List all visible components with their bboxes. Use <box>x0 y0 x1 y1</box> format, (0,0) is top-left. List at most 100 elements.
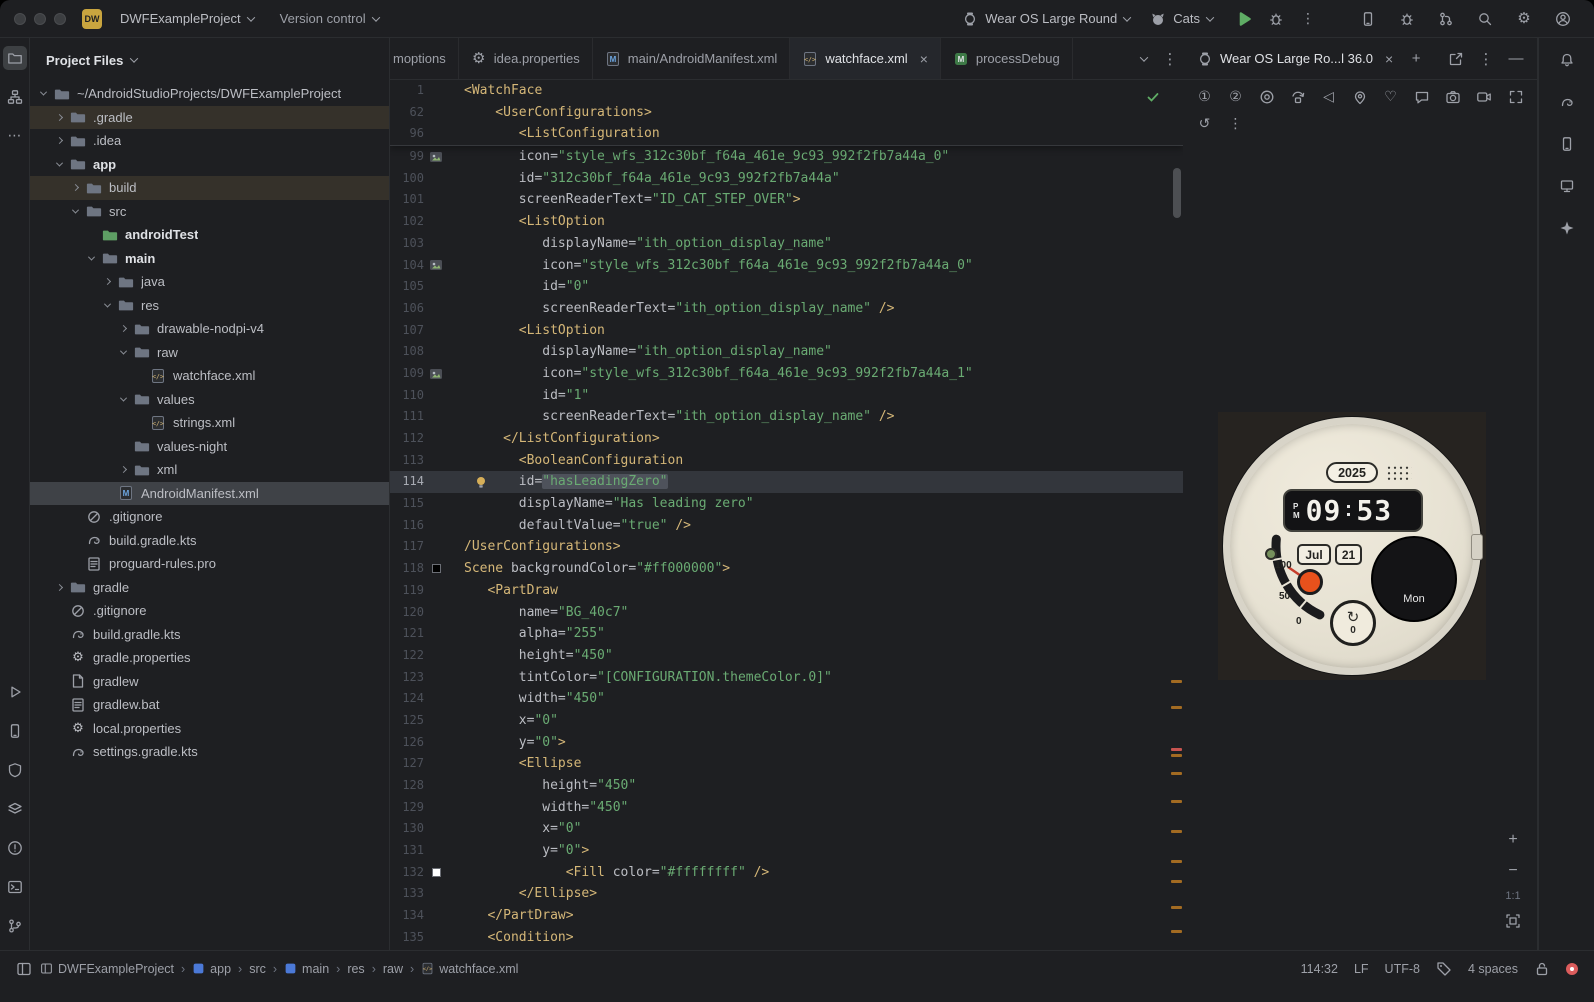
tool-resource-manager-icon[interactable] <box>3 85 27 109</box>
breadcrumb-main[interactable]: main <box>284 962 329 976</box>
breadcrumb-dwfexampleproject[interactable]: DWFExampleProject <box>40 962 174 976</box>
code-line-118[interactable]: 118 Scene backgroundColor="#ff000000"> <box>390 558 1183 580</box>
project-widget[interactable]: DWFExampleProject <box>112 7 262 30</box>
line-number[interactable]: 130 <box>390 818 424 840</box>
tool-version-control-icon[interactable] <box>3 914 27 938</box>
code-line-106[interactable]: 106 screenReaderText="ith_option_display_… <box>390 298 1183 320</box>
line-number[interactable]: 110 <box>390 385 424 407</box>
line-number[interactable]: 100 <box>390 168 424 190</box>
code-line-115[interactable]: 115 displayName="Has leading zero" <box>390 493 1183 515</box>
line-number[interactable]: 134 <box>390 905 424 927</box>
line-number[interactable]: 96 <box>390 123 424 145</box>
line-number[interactable]: 136 <box>390 949 424 951</box>
tree-item-proguard-rules-pro[interactable]: proguard-rules.pro <box>30 552 389 576</box>
line-number[interactable]: 132 <box>390 862 424 884</box>
hidden-tabs-chevron[interactable] <box>1131 38 1157 79</box>
line-number[interactable]: 117 <box>390 536 424 558</box>
code-line-112[interactable]: 112 </ListConfiguration> <box>390 428 1183 450</box>
wear-button-1-icon[interactable]: ① <box>1193 85 1216 108</box>
tool-run-icon[interactable] <box>3 680 27 704</box>
profile-icon[interactable] <box>1552 8 1574 30</box>
wear-button-2-icon[interactable]: ② <box>1224 85 1247 108</box>
quickfix-bulb-icon[interactable] <box>474 475 488 489</box>
tree-item-idea[interactable]: .idea <box>30 129 389 153</box>
code-line-110[interactable]: 110 id="1" <box>390 385 1183 407</box>
line-number[interactable]: 99 <box>390 146 424 168</box>
code-line-119[interactable]: 119 <PartDraw <box>390 580 1183 602</box>
tool-app-quality-insights-icon[interactable] <box>3 758 27 782</box>
line-number[interactable]: 116 <box>390 515 424 537</box>
breadcrumb-src[interactable]: src <box>249 962 266 976</box>
line-number[interactable]: 106 <box>390 298 424 320</box>
tool-gradle-icon[interactable] <box>1555 90 1579 114</box>
tree-chevron-icon[interactable] <box>100 298 115 313</box>
line-number[interactable]: 133 <box>390 883 424 905</box>
line-number[interactable]: 126 <box>390 732 424 754</box>
line-number[interactable]: 122 <box>390 645 424 667</box>
line-number[interactable]: 104 <box>390 255 424 277</box>
tree-item-src[interactable]: src <box>30 200 389 224</box>
tool-running-devices-icon[interactable] <box>1555 174 1579 198</box>
code-line-99[interactable]: 99 icon="style_wfs_312c30bf_f64a_461e_9c9… <box>390 146 1183 168</box>
tree-item-local-properties[interactable]: ⚙ local.properties <box>30 717 389 741</box>
tree-item-androidmanifest-xml[interactable]: M AndroidManifest.xml <box>30 481 389 505</box>
code-line-127[interactable]: 127 <Ellipse <box>390 753 1183 775</box>
code-line-132[interactable]: 132 <Fill color="#ffffffff" /> <box>390 862 1183 884</box>
add-device-tab-button[interactable]: + <box>1403 50 1429 67</box>
stripe-mark[interactable] <box>1171 748 1182 751</box>
tree-item-settings-gradle-kts[interactable]: settings.gradle.kts <box>30 740 389 764</box>
tree-item-gradle-properties[interactable]: ⚙ gradle.properties <box>30 646 389 670</box>
code-line-134[interactable]: 134 </PartDraw> <box>390 905 1183 927</box>
code-line-130[interactable]: 130 x="0" <box>390 818 1183 840</box>
editor-tabs-more-icon[interactable]: ⋮ <box>1157 38 1183 79</box>
code-line-105[interactable]: 105 id="0" <box>390 276 1183 298</box>
notification-indicator[interactable] <box>1566 962 1578 975</box>
breadcrumb-app[interactable]: app <box>192 962 231 976</box>
editor-scrollbar[interactable] <box>1169 80 1183 950</box>
tree-item-gradle[interactable]: gradle <box>30 576 389 600</box>
tool-device-explorer-icon[interactable] <box>1555 132 1579 156</box>
zoom-in-button[interactable]: + <box>1501 828 1525 852</box>
code-review-icon[interactable] <box>1435 8 1457 30</box>
zoom-to-fit-icon[interactable] <box>1501 909 1525 933</box>
bug-report-icon[interactable] <box>1396 8 1418 30</box>
line-number[interactable]: 119 <box>390 580 424 602</box>
tree-item-xml[interactable]: xml <box>30 458 389 482</box>
minimize-window-button[interactable] <box>34 12 46 25</box>
tree-item-gradle[interactable]: .gradle <box>30 105 389 129</box>
tree-chevron-icon[interactable] <box>52 133 67 148</box>
tree-item-gradlew-bat[interactable]: gradlew.bat <box>30 693 389 717</box>
line-number[interactable]: 62 <box>390 102 424 124</box>
tree-chevron-icon[interactable] <box>68 180 83 195</box>
line-number[interactable]: 124 <box>390 688 424 710</box>
code-line-135[interactable]: 135 <Condition> <box>390 927 1183 949</box>
line-number[interactable]: 105 <box>390 276 424 298</box>
code-line-108[interactable]: 108 displayName="ith_option_display_name" <box>390 341 1183 363</box>
code-line-111[interactable]: 111 screenReaderText="ith_option_display_… <box>390 406 1183 428</box>
code-line-121[interactable]: 121 alpha="255" <box>390 623 1183 645</box>
stripe-mark[interactable] <box>1171 880 1182 883</box>
stripe-mark[interactable] <box>1171 800 1182 803</box>
line-number[interactable]: 125 <box>390 710 424 732</box>
code-line-124[interactable]: 124 width="450" <box>390 688 1183 710</box>
tree-item-build-gradle-kts[interactable]: build.gradle.kts <box>30 623 389 647</box>
indent-style[interactable]: 4 spaces <box>1468 962 1518 976</box>
code-line-1[interactable]: 1 <WatchFace <box>390 80 1183 102</box>
code-line-117[interactable]: 117/UserConfigurations> <box>390 536 1183 558</box>
line-number[interactable]: 103 <box>390 233 424 255</box>
breadcrumb-raw[interactable]: raw <box>383 962 403 976</box>
tree-item-build[interactable]: build <box>30 176 389 200</box>
tree-chevron-icon[interactable] <box>84 251 99 266</box>
tree-chevron-icon[interactable] <box>116 462 131 477</box>
device-manager-icon[interactable] <box>1357 8 1379 30</box>
line-number[interactable]: 127 <box>390 753 424 775</box>
code-line-125[interactable]: 125 x="0" <box>390 710 1183 732</box>
maximize-window-button[interactable] <box>54 12 66 25</box>
line-number[interactable]: 135 <box>390 927 424 949</box>
tab-moptions[interactable]: moptions <box>390 38 459 79</box>
tool-gemini-icon[interactable] <box>1555 216 1579 240</box>
stripe-mark[interactable] <box>1171 860 1182 863</box>
close-device-tab-icon[interactable]: × <box>1385 51 1393 67</box>
code-line-123[interactable]: 123 tintColor="[CONFIGURATION.themeColor.… <box>390 667 1183 689</box>
tree-chevron-icon[interactable] <box>52 580 67 595</box>
